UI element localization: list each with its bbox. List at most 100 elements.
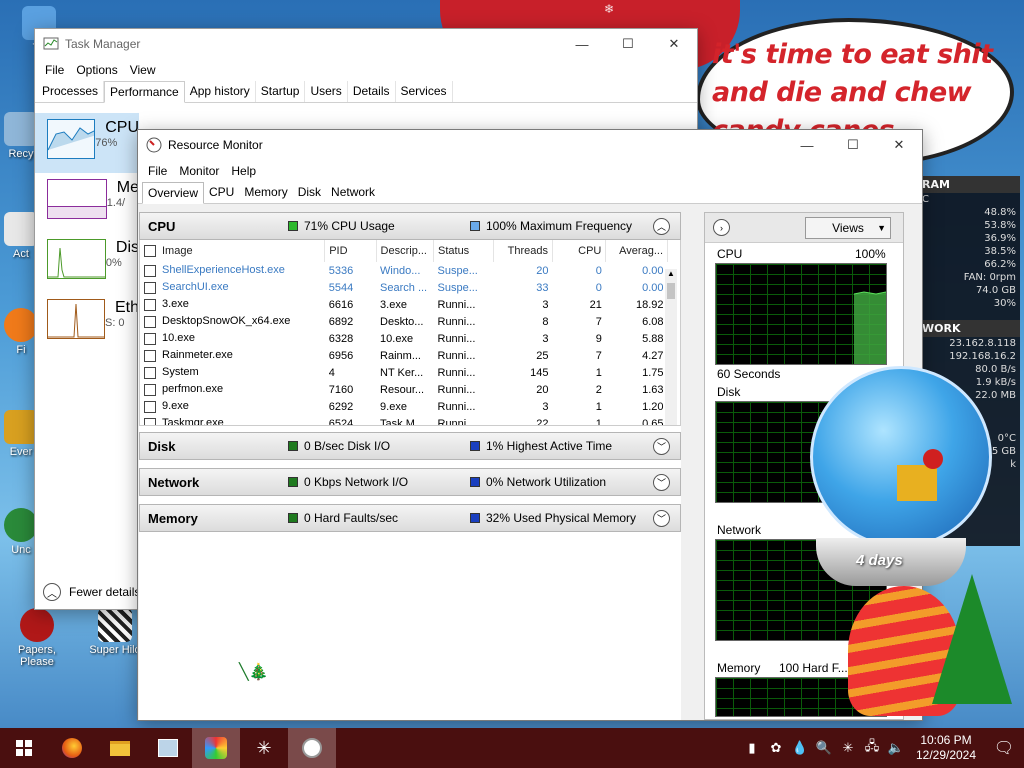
menu-view[interactable]: View [124,63,162,77]
tray-drop-icon[interactable]: 💧 [788,740,812,756]
cell-cpu: 1 [595,366,602,379]
cell-threads: 22 [536,417,549,426]
column-header-average[interactable]: Averag... [605,240,668,262]
taskbar-snow-app[interactable]: ✳ [240,728,288,768]
cell-status: Runni... [437,366,476,379]
network-icon[interactable]: 🖧 [860,737,884,759]
fewer-details-button[interactable]: ︿ Fewer details [43,583,140,601]
taskbar-firefox[interactable] [48,728,96,768]
tab-details[interactable]: Details [348,81,396,102]
sidebar-item-memory[interactable]: Me 1.4/ [35,173,139,233]
volume-icon[interactable]: 🔈 [884,740,908,756]
menu-options[interactable]: Options [70,63,123,77]
tray-app-icon[interactable]: ▮ [740,740,764,756]
tab-network[interactable]: Network [326,182,380,203]
column-header-threads[interactable]: Threads [493,240,554,262]
papers-please-icon [20,608,54,642]
table-row[interactable]: System 4 NT Ker... Runni... 145 1 1.75 [140,364,668,381]
tab-services[interactable]: Services [396,81,453,102]
table-row[interactable]: 9.exe 6292 9.exe Runni... 3 1 1.20 [140,398,668,415]
cell-pid: 6524 [328,417,354,426]
process-checkbox[interactable] [144,400,156,413]
task-manager-titlebar[interactable]: Task Manager — ☐ ✕ [35,29,697,59]
process-checkbox[interactable] [144,332,156,345]
cell-description: Deskto... [380,315,424,328]
chevron-down-icon[interactable]: ﹀ [653,474,670,491]
table-row[interactable]: perfmon.exe 7160 Resour... Runni... 20 2 1.63 [140,381,668,398]
tab-processes[interactable]: Processes [37,81,105,102]
cell-status: Suspe... [437,264,478,277]
disk-section-header[interactable]: Disk 0 B/sec Disk I/O 1% Highest Active … [139,432,681,460]
tray-app-icon[interactable]: ✿ [764,740,788,756]
cell-status: Runni... [437,349,476,362]
column-header-description[interactable]: Descrip... [376,240,435,262]
menu-file[interactable]: File [39,63,70,77]
close-button[interactable]: ✕ [876,130,922,160]
process-checkbox[interactable] [144,417,156,425]
chevron-down-icon[interactable]: ﹀ [653,438,670,455]
graph-time-label: 60 Seconds [717,367,781,381]
process-checkbox[interactable] [144,281,156,294]
table-row[interactable]: SearchUI.exe 5544 Search ... Suspe... 33 0 0.0… [140,279,668,296]
table-row[interactable]: 10.exe 6328 10.exe Runni... 3 9 5.88 [140,330,668,347]
desktop-icon-papers-please[interactable]: Papers, Please [2,608,72,668]
process-checkbox[interactable] [144,349,156,362]
chevron-down-icon[interactable]: ﹀ [653,510,670,527]
taskbar-clock[interactable]: 10:06 PM 12/29/2024 [908,733,984,763]
tab-users[interactable]: Users [305,81,348,102]
chevron-up-icon[interactable]: ︿ [653,218,670,235]
process-checkbox[interactable] [144,298,156,311]
clock-date: 12/29/2024 [915,748,977,762]
table-row[interactable]: DesktopSnowOK_x64.exe 6892 Deskto... Runni.… [140,313,668,330]
column-header-status[interactable]: Status [433,240,494,262]
active-time-swatch [470,441,480,451]
tab-app-history[interactable]: App history [185,81,256,102]
menu-help[interactable]: Help [225,164,262,178]
network-section-header[interactable]: Network 0 Kbps Network I/O 0% Network Ut… [139,468,681,496]
select-all-checkbox[interactable] [144,245,156,258]
table-row[interactable]: Taskmgr.exe 6524 Task M... Runni... 22 1 0.65 [140,415,668,426]
tray-snow-icon[interactable]: ✳ [836,740,860,756]
sidebar-item-cpu[interactable]: CPU 76% [35,113,139,173]
cpu-section-header[interactable]: CPU 71% CPU Usage 100% Maximum Frequency… [139,212,681,240]
resource-monitor-titlebar[interactable]: Resource Monitor — ☐ ✕ [138,130,922,160]
minimize-button[interactable]: — [559,29,605,59]
column-header-image[interactable]: Image [140,240,326,262]
taskbar-app-active[interactable] [192,728,240,768]
maximize-button[interactable]: ☐ [605,29,651,59]
taskbar-resource-monitor[interactable] [288,728,336,768]
process-checkbox[interactable] [144,315,156,328]
notification-icon[interactable]: 🗨 [984,738,1024,758]
tab-cpu[interactable]: CPU [204,182,239,203]
process-checkbox[interactable] [144,383,156,396]
taskbar-file-explorer[interactable] [96,728,144,768]
minimize-button[interactable]: — [784,130,830,160]
cell-image: 10.exe [140,330,325,347]
taskbar-app[interactable] [144,728,192,768]
maximize-button[interactable]: ☐ [830,130,876,160]
table-row[interactable]: Rainmeter.exe 6956 Rainm... Runni... 25 7 4.27 [140,347,668,364]
table-row[interactable]: ShellExperienceHost.exe 5336 Windo... Suspe… [140,262,668,279]
tray-search-icon[interactable]: 🔍 [812,740,836,756]
menu-file[interactable]: File [142,164,173,178]
column-header-pid[interactable]: PID [324,240,377,262]
memory-section-header[interactable]: Memory 0 Hard Faults/sec 32% Used Physic… [139,504,681,532]
table-row[interactable]: 3.exe 6616 3.exe Runni... 3 21 18.92 [140,296,668,313]
tab-performance[interactable]: Performance [104,81,185,103]
tab-startup[interactable]: Startup [256,81,306,102]
process-checkbox[interactable] [144,366,156,379]
column-header-cpu[interactable]: CPU [552,240,607,262]
sidebar-item-disk[interactable]: Dis 0% [35,233,139,293]
tab-overview[interactable]: Overview [142,182,205,204]
disk-io-swatch [288,441,298,451]
chevron-right-icon[interactable]: › [713,219,730,236]
sidebar-item-ethernet[interactable]: Eth S: 0 [35,293,139,353]
start-button[interactable] [0,728,48,768]
tab-disk[interactable]: Disk [293,182,326,203]
process-list-scrollbar[interactable]: ▲ ▼ [665,269,677,425]
menu-monitor[interactable]: Monitor [173,164,225,178]
process-checkbox[interactable] [144,264,156,277]
views-button[interactable]: Views ▼ [805,216,891,239]
close-button[interactable]: ✕ [651,29,697,59]
tab-memory[interactable]: Memory [239,182,292,203]
